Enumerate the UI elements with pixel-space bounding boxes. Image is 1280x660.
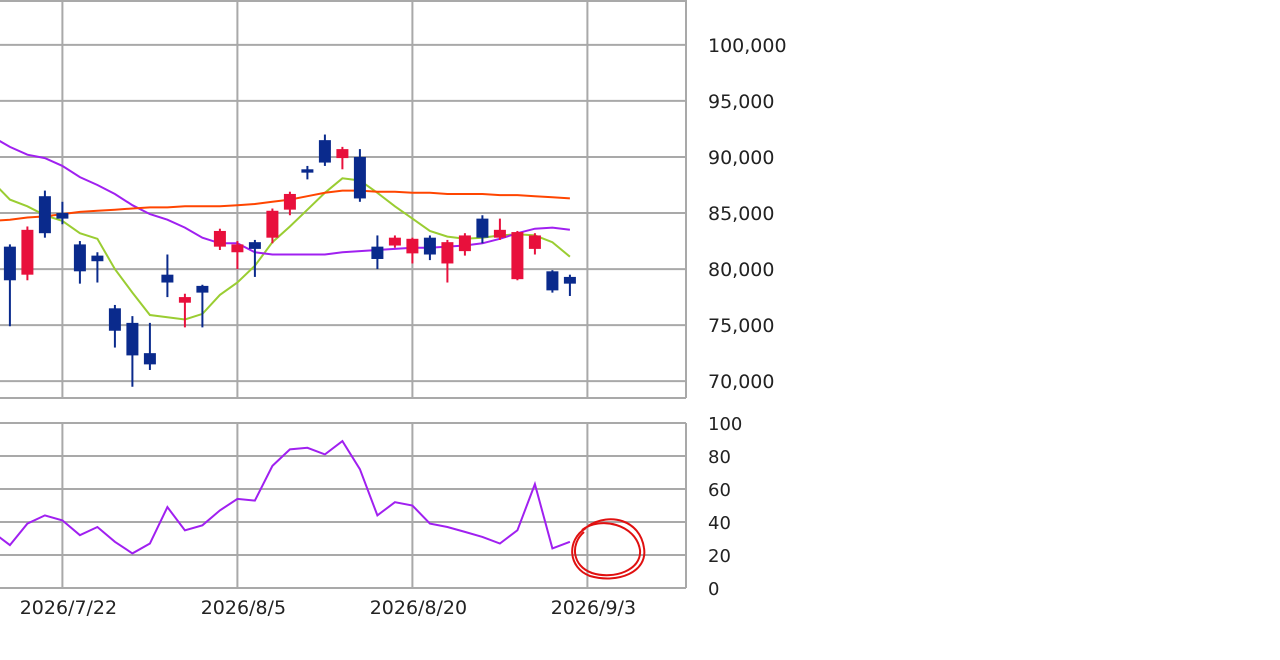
osc-y-tick-label: 20	[708, 546, 731, 567]
price-y-tick-label: 100,000	[708, 35, 787, 57]
candle-body	[493, 229, 506, 238]
candle-body	[143, 353, 156, 365]
candle-body	[528, 235, 541, 249]
candle-body	[563, 276, 576, 284]
candle-body	[178, 297, 191, 303]
candle-body	[38, 196, 51, 234]
candle-body	[336, 149, 349, 159]
candle-body	[511, 232, 524, 280]
candle-body	[213, 230, 226, 247]
candle-body	[91, 255, 104, 262]
osc-y-tick-label: 40	[708, 513, 731, 534]
candle-body	[266, 210, 279, 238]
candle-body	[3, 246, 16, 281]
candle-body	[476, 218, 489, 238]
x-tick-label: 2026/7/22	[20, 597, 117, 619]
candle-body	[108, 308, 121, 331]
candle-body	[458, 235, 471, 252]
candle-body	[353, 156, 366, 199]
osc-y-tick-label: 0	[708, 579, 719, 600]
hand-drawn-circle-annotation	[571, 518, 646, 580]
candle-body	[21, 229, 34, 275]
candle-body	[196, 285, 209, 293]
candle-body	[56, 213, 69, 219]
series-line-rsi	[0, 439, 571, 555]
candle-body	[318, 140, 331, 163]
candle-body	[423, 237, 436, 255]
candlesticks	[3, 134, 576, 387]
candle-body	[441, 242, 454, 264]
price-panel-grid	[0, 0, 687, 399]
price-y-tick-label: 70,000	[708, 371, 774, 393]
osc-y-tick-label: 80	[708, 447, 731, 468]
oscillator-panel-grid	[0, 422, 687, 589]
x-tick-label: 2026/8/5	[201, 597, 286, 619]
price-y-tick-label: 80,000	[708, 259, 774, 281]
price-y-tick-label: 90,000	[708, 147, 774, 169]
x-tick-label: 2026/8/20	[370, 597, 467, 619]
candle-body	[371, 246, 384, 259]
candle-body	[301, 169, 314, 173]
candle-body	[73, 244, 86, 272]
price-y-tick-label: 75,000	[708, 315, 774, 337]
candle-body	[126, 322, 139, 356]
oscillator-lines	[0, 439, 571, 555]
candle-body	[248, 242, 261, 249]
candle-body	[546, 271, 559, 291]
price-y-tick-label: 95,000	[708, 91, 774, 113]
candle-body	[388, 237, 401, 246]
x-tick-label: 2026/9/3	[551, 597, 636, 619]
osc-y-tick-label: 60	[708, 480, 731, 501]
stock-chart: 70,000 75,000 80,000 85,000 90,000 95,000 100,…	[0, 0, 787, 619]
candle-body	[231, 244, 244, 253]
candle-body	[161, 274, 174, 283]
candle-body	[283, 193, 296, 210]
price-y-tick-label: 85,000	[708, 203, 774, 225]
candle-body	[406, 238, 419, 254]
osc-y-tick-label: 100	[708, 414, 742, 435]
